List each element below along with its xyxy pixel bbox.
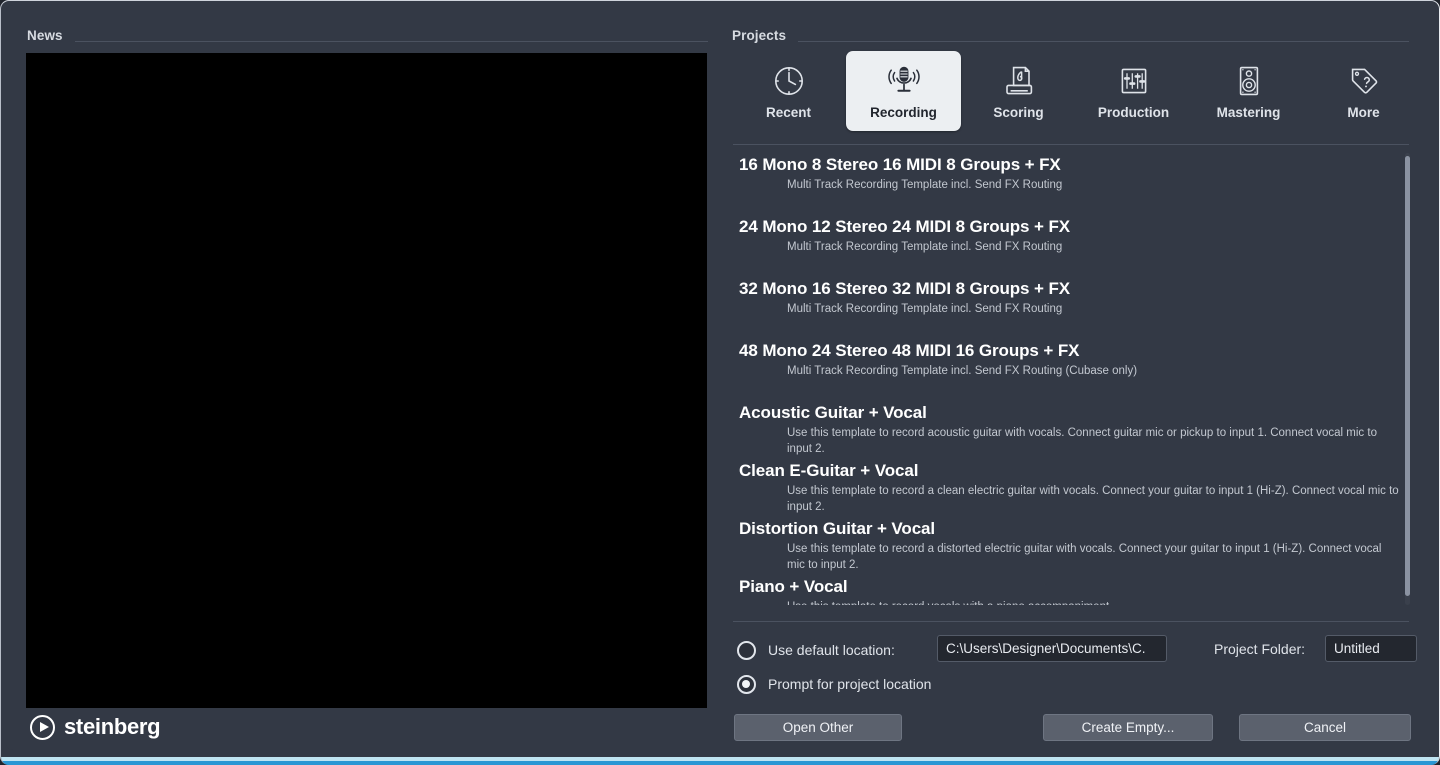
template-list-item[interactable]: 24 Mono 12 Stereo 24 MIDI 8 Groups + FX … xyxy=(733,215,1409,255)
radio-use-default-location[interactable] xyxy=(737,640,756,660)
news-group-title: News xyxy=(27,28,63,43)
template-description: Multi Track Recording Template incl. Sen… xyxy=(787,179,1063,191)
template-list-item[interactable]: 48 Mono 24 Stereo 48 MIDI 16 Groups + FX… xyxy=(733,339,1409,379)
categories-divider xyxy=(733,144,1409,145)
projects-group-title: Projects xyxy=(732,28,787,43)
mixer-faders-icon xyxy=(1116,60,1152,102)
category-tab-mastering[interactable]: Mastering xyxy=(1191,51,1306,131)
template-list-item[interactable]: Clean E-Guitar + Vocal Use this template… xyxy=(733,459,1409,515)
template-title: 32 Mono 16 Stereo 32 MIDI 8 Groups + FX xyxy=(739,279,1070,298)
news-group-rule xyxy=(75,41,708,42)
template-description: Multi Track Recording Template incl. Sen… xyxy=(787,303,1063,315)
open-other-button[interactable]: Open Other xyxy=(734,714,902,741)
steinberg-play-circle-icon xyxy=(30,714,55,740)
template-title: Distortion Guitar + Vocal xyxy=(739,519,936,538)
template-list-item[interactable]: 32 Mono 16 Stereo 32 MIDI 8 Groups + FX … xyxy=(733,277,1409,317)
radio-prompt-for-location[interactable] xyxy=(737,674,756,694)
project-folder-input[interactable]: Untitled xyxy=(1325,635,1417,662)
tag-question-icon xyxy=(1346,60,1382,102)
project-location-options: Use default location: Prompt for project… xyxy=(737,633,1417,703)
template-description: Use this template to record a clean elec… xyxy=(787,485,1399,513)
template-title: 48 Mono 24 Stereo 48 MIDI 16 Groups + FX xyxy=(739,341,1080,360)
template-list-item[interactable]: Acoustic Guitar + Vocal Use this templat… xyxy=(733,401,1409,457)
accent-bar-bright xyxy=(1,761,1439,765)
category-tab-label: Production xyxy=(1097,105,1170,120)
news-content-panel[interactable] xyxy=(26,53,707,708)
template-list-item[interactable]: Distortion Guitar + Vocal Use this templ… xyxy=(733,517,1409,573)
category-tab-recording[interactable]: Recording xyxy=(846,51,961,131)
category-tab-recent[interactable]: Recent xyxy=(731,51,846,131)
create-empty-button[interactable]: Create Empty... xyxy=(1043,714,1213,741)
template-list-item[interactable]: Piano + Vocal Use this template to recor… xyxy=(733,575,1409,605)
template-list-scrollbar[interactable] xyxy=(1405,153,1410,605)
use-default-location-label: Use default location: xyxy=(768,642,895,658)
template-title: Clean E-Guitar + Vocal xyxy=(739,461,919,480)
studio-speaker-icon xyxy=(1231,60,1267,102)
project-folder-label: Project Folder: xyxy=(1214,641,1306,657)
category-tab-more[interactable]: More xyxy=(1306,51,1421,131)
category-tab-label: Recent xyxy=(765,105,811,120)
category-tab-scoring[interactable]: Scoring xyxy=(961,51,1076,131)
template-title: 24 Mono 12 Stereo 24 MIDI 8 Groups + FX xyxy=(739,217,1070,236)
template-description: Use this template to record vocals with … xyxy=(739,599,1399,605)
hub-window: News steinberg Projects Recent Recording… xyxy=(0,0,1440,765)
default-location-path-field[interactable]: C:\Users\Designer\Documents\C. xyxy=(937,635,1167,662)
project-template-list[interactable]: 16 Mono 8 Stereo 16 MIDI 8 Groups + FX M… xyxy=(733,153,1409,605)
category-tab-production[interactable]: Production xyxy=(1076,51,1191,131)
category-tab-label: Scoring xyxy=(993,105,1044,120)
project-category-tabs: Recent Recording Scoring Production Mast… xyxy=(731,51,1421,136)
template-list-item[interactable]: 16 Mono 8 Stereo 16 MIDI 8 Groups + FX M… xyxy=(733,153,1409,193)
clock-icon xyxy=(771,60,807,102)
microphone-icon xyxy=(886,60,922,102)
category-tab-label: Recording xyxy=(870,105,937,120)
template-title: Acoustic Guitar + Vocal xyxy=(739,403,927,422)
prompt-for-location-row[interactable]: Prompt for project location xyxy=(737,667,1417,701)
category-tab-label: Mastering xyxy=(1216,105,1281,120)
score-sheet-printer-icon xyxy=(1001,60,1037,102)
cancel-button[interactable]: Cancel xyxy=(1239,714,1411,741)
steinberg-logo: steinberg xyxy=(30,714,161,740)
template-title: Piano + Vocal xyxy=(739,577,848,596)
scrollbar-thumb[interactable] xyxy=(1405,156,1410,596)
template-description: Use this template to record a distorted … xyxy=(787,543,1382,571)
template-description: Multi Track Recording Template incl. Sen… xyxy=(787,241,1063,253)
steinberg-wordmark: steinberg xyxy=(64,714,161,739)
template-description: Multi Track Recording Template incl. Sen… xyxy=(787,365,1138,377)
options-divider xyxy=(733,621,1409,622)
projects-group-rule xyxy=(798,41,1409,42)
template-title: 16 Mono 8 Stereo 16 MIDI 8 Groups + FX xyxy=(739,155,1061,174)
prompt-for-location-label: Prompt for project location xyxy=(768,676,932,692)
template-description: Use this template to record acoustic gui… xyxy=(787,427,1377,455)
category-tab-label: More xyxy=(1347,105,1380,120)
